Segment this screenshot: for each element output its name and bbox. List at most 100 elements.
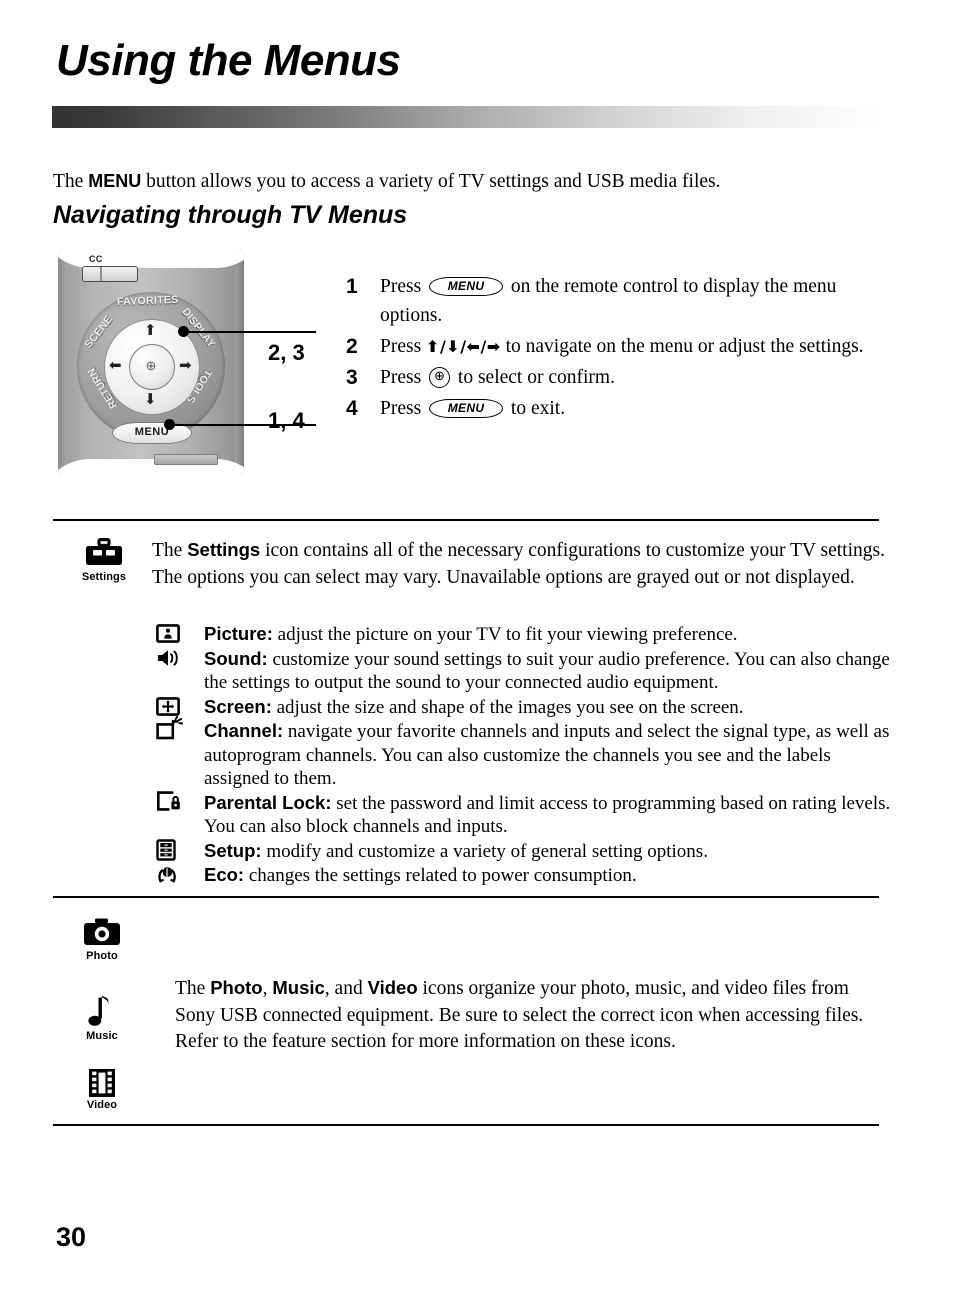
favorites-button-label: FAVORITES	[116, 293, 179, 309]
list-item-desc: modify and customize a variety of genera…	[261, 840, 708, 862]
step-item: 2 Press ⬆/⬇/⬅/➡ to navigate on the menu …	[346, 332, 891, 361]
list-item-label: Setup:	[204, 839, 262, 861]
list-item-label: Screen:	[204, 695, 272, 717]
step-number: 4	[346, 397, 358, 420]
photo-icon-caption: Photo	[86, 950, 118, 962]
list-item-desc: adjust the picture on your TV to fit you…	[272, 624, 738, 645]
step-number: 1	[346, 275, 358, 298]
video-icon-caption: Video	[86, 1099, 118, 1111]
list-item-desc: customize your sound settings to suit yo…	[204, 648, 890, 694]
settings-text-before: The	[152, 540, 188, 561]
page-title: Using the Menus	[56, 36, 401, 85]
list-item: Channel: navigate your favorite channels…	[152, 715, 892, 791]
section-divider-bottom	[53, 1124, 879, 1127]
list-item-desc: changes the settings related to power co…	[244, 865, 637, 886]
dpad-up-arrow-icon: ⬆	[144, 321, 157, 339]
list-item: Screen: adjust the size and shape of the…	[152, 695, 892, 720]
settings-text-bold: Settings	[187, 539, 261, 560]
step-text-pre: Press	[380, 336, 427, 357]
music-icon-block: Music	[72, 996, 132, 1042]
callout-label-1-4: 1, 4	[268, 408, 305, 433]
dpad-center-crosshair-icon: ⊕	[145, 358, 157, 373]
step-text-pre: Press	[380, 398, 427, 419]
numbered-steps-list: 1 Press MENU on the remote control to di…	[346, 272, 891, 425]
step-text-post: to select or confirm.	[453, 367, 615, 388]
remote-bottom-slot	[154, 454, 218, 465]
list-item-desc: adjust the size and shape of the images …	[271, 696, 744, 718]
setup-icon	[156, 839, 188, 862]
step-text-post: to navigate on the menu or adjust the se…	[500, 336, 864, 357]
callout-line-center	[186, 331, 316, 334]
title-gradient-rule	[52, 106, 878, 128]
intro-menu-bold: MENU	[88, 171, 142, 191]
step-number: 2	[346, 335, 358, 358]
step-text-post: to exit.	[506, 398, 566, 419]
cc-button	[82, 266, 138, 282]
cc-label: CC	[89, 254, 103, 264]
screen-icon	[156, 695, 188, 718]
section-divider-top	[53, 519, 879, 522]
dpad-down-arrow-icon: ⬇	[144, 390, 157, 408]
parental-lock-icon	[156, 790, 188, 813]
picture-icon	[156, 622, 188, 645]
settings-description: The Settings icon contains all of the ne…	[152, 537, 886, 591]
settings-text-after: icon contains all of the necessary confi…	[152, 540, 885, 588]
section-divider-middle	[53, 896, 879, 899]
media-text-2: ,	[262, 978, 273, 999]
remote-left-edge	[58, 250, 67, 475]
step-number: 3	[346, 366, 358, 389]
list-item-label: Parental Lock:	[204, 791, 332, 813]
step-text-pre: Press	[380, 276, 427, 297]
media-text-3: , and	[324, 978, 368, 999]
list-item: Setup: modify and customize a variety of…	[152, 839, 892, 864]
media-bold-video: Video	[367, 977, 418, 998]
step-item: 4 Press MENU to exit.	[346, 394, 891, 423]
page-number: 30	[56, 1222, 87, 1252]
list-item-label: Channel:	[204, 720, 284, 741]
step-text: Press ⬆/⬇/⬅/➡ to navigate on the menu or…	[380, 332, 891, 361]
callout-label-2-3: 2, 3	[268, 340, 305, 365]
step-item: 1 Press MENU on the remote control to di…	[346, 272, 891, 330]
intro-text-after: button allows you to access a variety of…	[141, 171, 721, 192]
intro-paragraph: The MENU button allows you to access a v…	[53, 168, 721, 195]
dpad-left-arrow-icon: ⬅	[109, 356, 122, 374]
photo-icon-block: Photo	[72, 918, 132, 962]
navigation-arrows-glyph-icon: ⬆/⬇/⬅/➡	[426, 337, 501, 356]
list-item-desc: navigate your favorite channels and inpu…	[204, 721, 890, 789]
settings-toolbox-icon	[74, 538, 134, 570]
list-item: Parental Lock: set the password and limi…	[152, 791, 892, 839]
media-bold-music: Music	[272, 977, 325, 998]
list-item-label: Picture:	[204, 623, 273, 644]
menu-glyph-label: MENU	[447, 401, 485, 415]
channel-icon	[156, 715, 188, 739]
dpad-cluster: FAVORITES SCENE DISPLAY RETURN TOOLS ⬆ ⬇…	[77, 292, 225, 444]
menu-button-glyph-icon: MENU	[429, 277, 504, 296]
remote-control-illustration: CC FAVORITES SCENE DISPLAY RETURN TOOLS …	[58, 250, 316, 475]
select-button-glyph-icon: ⊕	[429, 367, 451, 388]
video-filmstrip-icon	[72, 1068, 132, 1098]
list-item-label: Eco:	[204, 864, 245, 885]
sound-icon	[156, 647, 188, 670]
settings-options-list: Picture: adjust the picture on your TV t…	[152, 622, 892, 888]
menu-button-glyph-icon: MENU	[429, 399, 504, 418]
step-text: Press MENU on the remote control to disp…	[380, 272, 891, 330]
video-icon-block: Video	[72, 1068, 132, 1111]
dpad-right-arrow-icon: ➡	[179, 356, 192, 374]
menu-glyph-label: MENU	[447, 279, 485, 293]
media-bold-photo: Photo	[210, 977, 263, 998]
media-description: The Photo, Music, and Video icons organi…	[175, 975, 885, 1056]
settings-icon-block: Settings	[74, 538, 134, 583]
music-icon-caption: Music	[86, 1030, 118, 1042]
remote-right-edge	[235, 250, 244, 475]
list-item: Picture: adjust the picture on your TV t…	[152, 622, 892, 647]
step-item: 3 Press ⊕ to select or confirm.	[346, 363, 891, 392]
step-text: Press ⊕ to select or confirm.	[380, 363, 891, 392]
photo-camera-icon	[72, 918, 132, 949]
music-note-icon	[72, 996, 132, 1029]
settings-icon-caption: Settings	[81, 571, 127, 583]
manual-page: Using the Menus The MENU button allows y…	[0, 0, 954, 1298]
media-text-1: The	[175, 978, 211, 999]
step-text: Press MENU to exit.	[380, 394, 891, 423]
section-subtitle: Navigating through TV Menus	[53, 201, 408, 229]
list-item: Eco: changes the settings related to pow…	[152, 863, 892, 888]
